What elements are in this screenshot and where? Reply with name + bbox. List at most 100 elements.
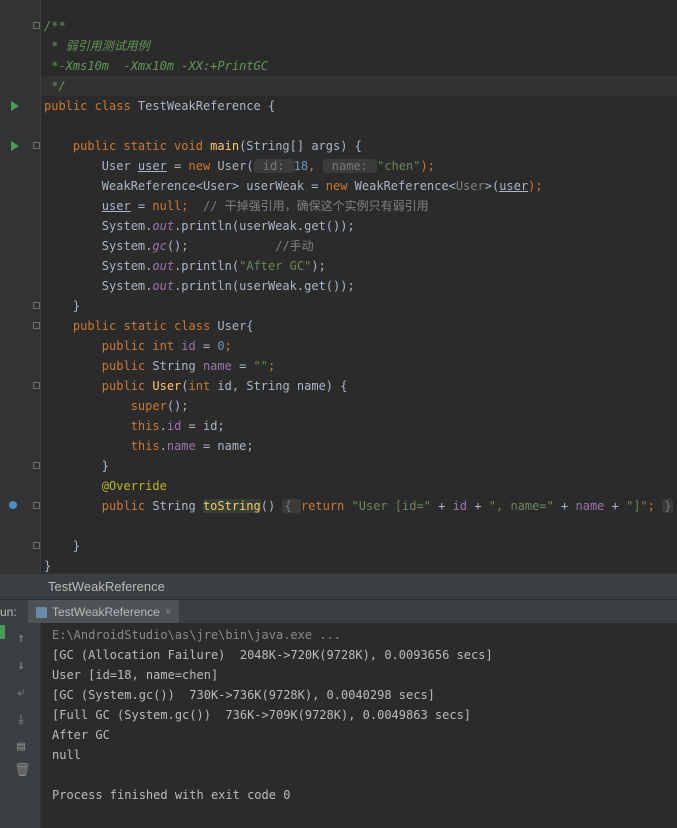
code-line[interactable]: } <box>44 536 80 556</box>
code-token: . <box>159 419 167 433</box>
run-config-icon <box>36 606 47 618</box>
code-token: */ <box>44 79 66 93</box>
code-line[interactable]: public String toString() { return "User … <box>44 496 674 516</box>
down-arrow-icon[interactable]: ↓ <box>14 658 28 674</box>
code-line[interactable]: System.out.println(userWeak.get()); <box>44 216 355 236</box>
code-token: new <box>325 179 355 193</box>
close-icon[interactable]: × <box>165 606 171 618</box>
console-line: User [id=18, name=chen] <box>52 668 219 682</box>
code-token: name <box>575 499 605 513</box>
code-line[interactable]: /** <box>44 16 66 36</box>
code-token: { <box>282 499 301 513</box>
fold-icon[interactable] <box>33 322 40 329</box>
up-arrow-icon[interactable]: ↑ <box>14 631 28 647</box>
code-token: (); <box>166 239 276 253</box>
fold-icon[interactable] <box>33 142 40 149</box>
soft-wrap-icon[interactable]: ⤶ <box>14 685 28 701</box>
code-token: user <box>137 159 167 173</box>
fold-icon[interactable] <box>33 22 40 29</box>
code-line[interactable]: User user = new User( id: 18, name: "che… <box>44 156 435 176</box>
code-token: User{ <box>217 319 254 333</box>
code-token: System. <box>44 239 153 253</box>
code-line[interactable]: this.name = name; <box>44 436 254 456</box>
code-line[interactable]: user = null; // 干掉强引用，确保这个实例只有弱引用 <box>44 196 429 216</box>
code-token: System. <box>44 279 153 293</box>
code-token: id <box>452 499 468 513</box>
code-token: = id; <box>181 419 225 433</box>
code-token: id <box>166 419 182 433</box>
code-line[interactable]: */ <box>44 76 66 96</box>
code-token: "After GC" <box>239 259 312 273</box>
code-token: public static class <box>44 319 218 333</box>
code-line[interactable]: super(); <box>44 396 189 416</box>
fold-icon[interactable] <box>33 382 40 389</box>
code-token: this <box>130 419 160 433</box>
console-line: [GC (System.gc()) 730K->736K(9728K), 0.0… <box>52 688 435 702</box>
code-line[interactable]: *-Xms10m -Xmx10m -XX:+PrintGC <box>44 56 268 76</box>
console-line: Process finished with exit code 0 <box>52 788 291 802</box>
code-line[interactable]: * 弱引用测试用例 <box>44 36 149 56</box>
code-line[interactable]: public int id = 0; <box>44 336 232 356</box>
code-line[interactable]: System.out.println(userWeak.get()); <box>44 276 355 296</box>
code-token: ; <box>181 199 203 213</box>
run-class-icon[interactable] <box>11 101 19 111</box>
code-line[interactable]: this.id = id; <box>44 416 225 436</box>
console-output[interactable]: ↑ ↓ ⤶ ⤓ ▤ 🗑 E:\AndroidStudio\as\jre\bin\… <box>0 623 677 828</box>
code-line[interactable]: public String name = ""; <box>44 356 275 376</box>
code-token: User <box>44 159 138 173</box>
code-token: int <box>188 379 218 393</box>
fold-icon[interactable] <box>33 462 40 469</box>
code-token: out <box>152 219 175 233</box>
code-line[interactable]: public class TestWeakReference { <box>44 96 275 116</box>
code-token: , <box>308 159 323 173</box>
code-line[interactable]: @Override <box>44 476 167 496</box>
code-token: user <box>101 199 131 213</box>
print-icon[interactable]: ▤ <box>14 739 28 755</box>
code-token: } <box>44 299 81 313</box>
code-editor[interactable]: /** * 弱引用测试用例 *-Xms10m -Xmx10m -XX:+Prin… <box>0 0 677 573</box>
trash-icon[interactable]: 🗑 <box>14 763 31 779</box>
code-token: = <box>166 159 189 173</box>
run-tab-label: TestWeakReference <box>52 605 160 619</box>
code-token: System. <box>44 259 153 273</box>
code-token: gc <box>152 239 167 253</box>
code-line[interactable]: System.gc(); //手动 <box>44 236 314 256</box>
code-token: null <box>152 199 182 213</box>
code-line[interactable]: public static void main(String[] args) { <box>44 136 362 156</box>
code-line[interactable]: WeakReference<User> userWeak = new WeakR… <box>44 176 543 196</box>
code-line[interactable]: public User(int id, String name) { <box>44 376 348 396</box>
code-token: id: <box>253 159 294 173</box>
scroll-to-end-icon[interactable]: ⤓ <box>14 712 28 728</box>
code-line[interactable]: } <box>44 296 80 316</box>
code-token: public static void <box>44 139 211 153</box>
code-token: + <box>430 499 453 513</box>
current-line-highlight <box>40 76 677 96</box>
code-token: "]" <box>626 499 648 513</box>
breadcrumb[interactable]: TestWeakReference <box>48 574 165 600</box>
code-line[interactable]: System.out.println("After GC"); <box>44 256 326 276</box>
code-line[interactable]: } <box>44 456 109 476</box>
code-token: + <box>553 499 576 513</box>
editor-gutter[interactable] <box>0 0 41 573</box>
code-token: + <box>604 499 627 513</box>
code-token: out <box>152 259 175 273</box>
run-tab[interactable]: TestWeakReference × <box>28 600 180 624</box>
code-token: super <box>130 399 167 413</box>
code-token: .println(userWeak.get()); <box>174 219 355 233</box>
code-token: = <box>231 359 254 373</box>
override-marker-icon[interactable] <box>9 501 17 509</box>
code-token: 18 <box>293 159 309 173</box>
fold-icon[interactable] <box>33 302 40 309</box>
fold-icon[interactable] <box>33 502 40 509</box>
code-line[interactable]: public static class User{ <box>44 316 254 336</box>
code-token: (String[] args) { <box>239 139 362 153</box>
code-token: *-Xms10m -Xmx10m -XX:+PrintGC <box>44 59 268 73</box>
code-token: ( <box>181 379 189 393</box>
fold-icon[interactable] <box>33 542 40 549</box>
code-token: return <box>300 499 352 513</box>
run-main-icon[interactable] <box>11 141 19 151</box>
code-token: ; <box>268 359 276 373</box>
